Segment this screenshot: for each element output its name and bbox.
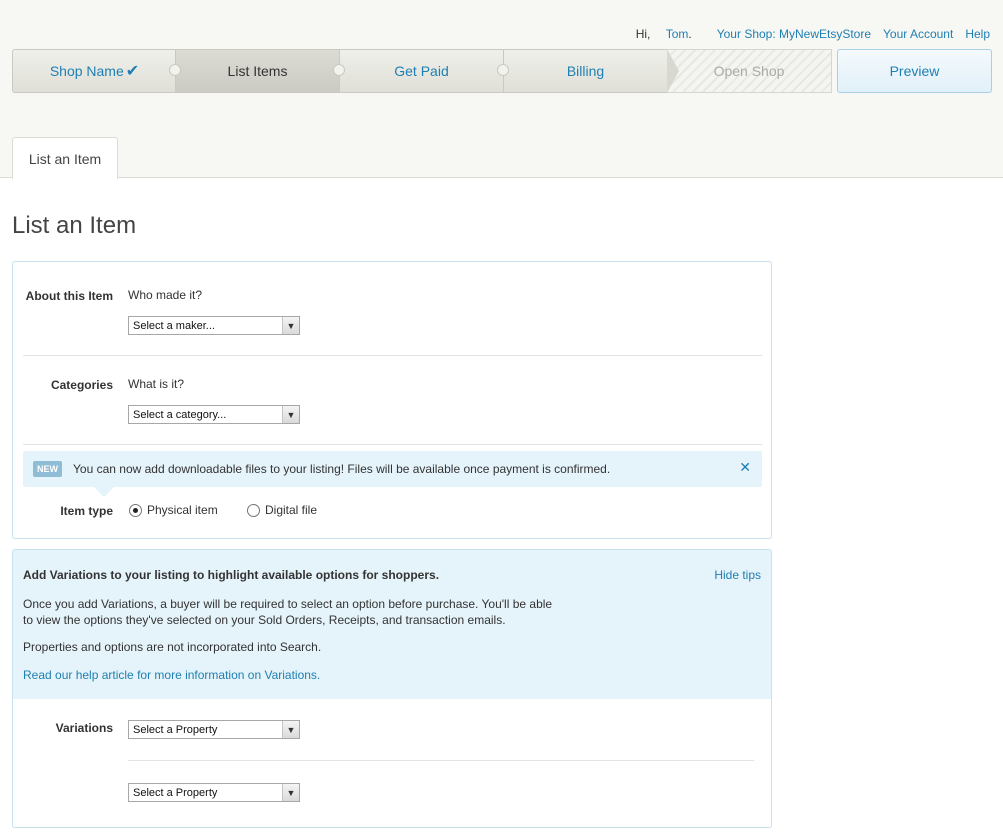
step-connector xyxy=(497,64,509,76)
who-made-it-question: Who made it? xyxy=(128,288,203,302)
step-arrow xyxy=(667,49,679,93)
top-nav: Hi, Tom. Your Shop: MyNewEtsyStore Your … xyxy=(636,27,990,41)
variations-tips: Add Variations to your listing to highli… xyxy=(13,550,771,699)
category-select[interactable]: Select a category... ▼ xyxy=(128,405,300,424)
user-name-link[interactable]: Tom xyxy=(666,27,689,41)
step-connector xyxy=(333,64,345,76)
tab-list-an-item[interactable]: List an Item xyxy=(12,137,118,179)
notice-text: You can now add downloadable files to yo… xyxy=(73,462,611,476)
item-type-label: Item type xyxy=(60,504,113,518)
your-account-link[interactable]: Your Account xyxy=(883,27,953,41)
digital-file-radio[interactable]: Digital file xyxy=(247,503,317,517)
greeting: Hi, Tom. xyxy=(635,27,692,41)
variations-label: Variations xyxy=(55,721,113,735)
your-shop-link[interactable]: Your Shop: MyNewEtsyStore xyxy=(717,27,871,41)
physical-item-radio[interactable]: Physical item xyxy=(129,503,218,517)
step-open-shop: Open Shop xyxy=(667,49,832,93)
new-badge: NEW xyxy=(33,461,62,477)
step-list-items[interactable]: List Items xyxy=(175,49,340,93)
variations-help-link[interactable]: Read our help article for more informati… xyxy=(23,668,320,682)
item-details-panel: About this Item Who made it? Select a ma… xyxy=(12,261,772,539)
variations-panel: Add Variations to your listing to highli… xyxy=(12,549,772,828)
step-shop-name[interactable]: Shop Name ✔ xyxy=(12,49,176,93)
hide-tips-link[interactable]: Hide tips xyxy=(714,568,761,582)
property-select-2[interactable]: Select a Property ▼ xyxy=(128,783,300,802)
categories-label: Categories xyxy=(50,378,113,392)
preview-button[interactable]: Preview xyxy=(837,49,992,93)
property-select-1[interactable]: Select a Property ▼ xyxy=(128,720,300,739)
chevron-down-icon: ▼ xyxy=(282,406,299,423)
divider xyxy=(128,760,754,761)
checkmark-icon: ✔ xyxy=(125,63,140,80)
step-connector xyxy=(169,64,181,76)
divider xyxy=(23,444,762,445)
step-get-paid[interactable]: Get Paid xyxy=(339,49,504,93)
chevron-down-icon: ▼ xyxy=(282,784,299,801)
step-billing[interactable]: Billing xyxy=(503,49,668,93)
tips-title: Add Variations to your listing to highli… xyxy=(23,568,440,582)
chevron-down-icon: ▼ xyxy=(282,317,299,334)
what-is-it-question: What is it? xyxy=(128,377,185,391)
radio-button[interactable] xyxy=(129,503,142,517)
page-title: List an Item xyxy=(12,212,137,239)
close-icon[interactable]: ✕ xyxy=(739,459,751,476)
help-link[interactable]: Help xyxy=(965,27,990,41)
maker-select[interactable]: Select a maker... ▼ xyxy=(128,316,300,335)
divider xyxy=(23,355,762,356)
notice-pointer xyxy=(94,487,114,497)
progress-steps: Shop Name ✔ List Items Get Paid Billing … xyxy=(12,49,832,93)
about-item-label: About this Item xyxy=(25,289,113,303)
new-feature-notice: NEW You can now add downloadable files t… xyxy=(23,451,762,487)
tips-paragraph: Properties and options are not incorpora… xyxy=(23,640,322,654)
chevron-down-icon: ▼ xyxy=(282,721,299,738)
radio-button[interactable] xyxy=(247,503,260,517)
tips-paragraph: Once you add Variations, a buyer will be… xyxy=(23,597,553,627)
